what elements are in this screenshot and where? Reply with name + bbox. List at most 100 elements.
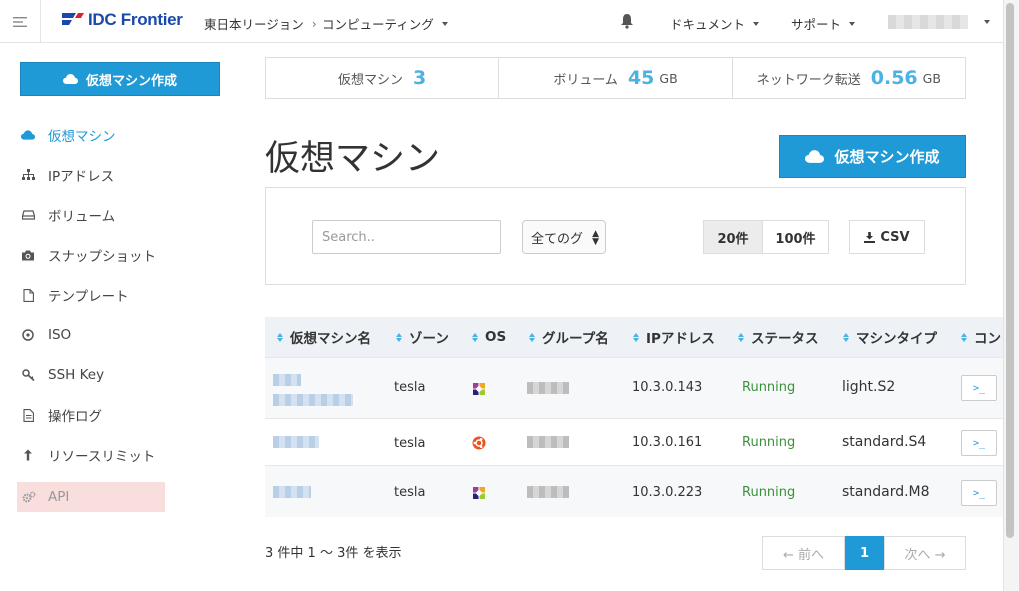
column-header-label: ゾーン [409, 331, 449, 347]
create-vm-button[interactable]: 仮想マシン作成 [779, 135, 966, 178]
logo-text: IDC Frontier [88, 10, 183, 29]
csv-download-button[interactable]: CSV [849, 220, 925, 254]
sidebar-item-api[interactable]: API [17, 482, 165, 512]
column-header-status[interactable]: ステータス [738, 317, 819, 357]
stat-vm-label: 仮想マシン [338, 72, 404, 88]
stat-volume-unit: GB [659, 70, 678, 86]
column-header-machine-type[interactable]: マシンタイプ [843, 317, 937, 357]
logo[interactable]: IDC Frontier [60, 9, 183, 31]
stat-network-value: 0.56 [870, 67, 918, 89]
column-header-label: OS [485, 329, 507, 345]
column-header-name[interactable]: 仮想マシン名 [277, 317, 371, 357]
bell-icon[interactable] [620, 13, 634, 29]
sidebar-item-volume[interactable]: ボリューム [20, 203, 115, 227]
menu-toggle-button[interactable] [0, 0, 41, 43]
page-1-button[interactable]: 1 [845, 536, 884, 570]
section-dropdown[interactable]: コンピューティング [322, 14, 448, 33]
prev-page-button[interactable]: ← 前へ [762, 536, 845, 570]
column-header-os[interactable]: OS [472, 317, 506, 357]
centos-icon [473, 487, 485, 499]
status-cell: Running [742, 485, 796, 500]
cloud-icon [805, 150, 825, 163]
column-header-console[interactable]: コン [961, 317, 1001, 357]
vm-name-link[interactable] [273, 394, 353, 406]
group-name-cell [527, 382, 569, 394]
sort-icon [843, 332, 849, 342]
disc-icon [20, 327, 36, 343]
sidebar-item-resource-limit[interactable]: リソースリミット [20, 443, 155, 467]
stat-volume-label: ボリューム [553, 72, 618, 88]
support-dropdown[interactable]: サポート [791, 14, 856, 33]
vm-name-link[interactable] [273, 486, 311, 498]
sidebar-item-label: テンプレート [48, 289, 129, 305]
column-header-ip[interactable]: IPアドレス [633, 317, 715, 357]
breadcrumb-separator: › [311, 16, 317, 31]
column-header-label: マシンタイプ [856, 331, 937, 347]
sidebar-item-log[interactable]: 操作ログ [20, 403, 102, 427]
sidebar-create-vm-button[interactable]: 仮想マシン作成 [20, 62, 220, 96]
console-button[interactable]: >_ [961, 375, 997, 401]
scrollbar-thumb[interactable] [1006, 3, 1014, 538]
stat-network-label: ネットワーク転送 [756, 72, 861, 88]
column-header-zone[interactable]: ゾーン [396, 317, 449, 357]
region-breadcrumb[interactable]: 東日本リージョン › [204, 14, 325, 33]
drive-icon [20, 207, 36, 223]
sidebar-item-ssh-key[interactable]: SSH Key [20, 363, 104, 387]
sidebar-item-ip[interactable]: IPアドレス [20, 163, 114, 187]
group-select[interactable]: 全てのグ ▲ ▼ [522, 220, 606, 254]
console-button[interactable]: >_ [961, 480, 997, 506]
group-select-value: 全てのグ [531, 231, 584, 247]
page-title: 仮想マシン [265, 139, 441, 179]
download-icon [864, 231, 876, 243]
sidebar-item-label: IPアドレス [48, 169, 115, 185]
sidebar-item-label: ボリューム [48, 209, 116, 225]
chevron-down-icon [441, 21, 448, 26]
group-name-cell [527, 436, 569, 448]
table-row[interactable]: tesla 10.3.0.161 Running standard.S4 >_ [265, 418, 1003, 465]
zone-cell: tesla [394, 380, 426, 395]
create-vm-label: 仮想マシン作成 [834, 148, 940, 166]
next-page-button[interactable]: 次へ → [884, 536, 966, 570]
sidebar-item-iso[interactable]: ISO [20, 323, 71, 347]
terminal-icon: >_ [972, 382, 986, 394]
sidebar-item-template[interactable]: テンプレート [20, 283, 129, 307]
ip-cell: 10.3.0.161 [632, 435, 703, 450]
table-row[interactable]: tesla 10.3.0.223 Running standard.M8 >_ [265, 465, 1003, 517]
column-header-label: IPアドレス [646, 331, 715, 347]
user-menu[interactable] [888, 15, 968, 29]
sort-icon [738, 332, 744, 342]
sort-icon [633, 332, 639, 342]
search-input[interactable] [312, 220, 501, 254]
stat-network: ネットワーク転送 0.56 GB [733, 58, 965, 98]
terminal-icon: >_ [972, 437, 986, 449]
column-header-label: コン [974, 331, 1001, 347]
ip-cell: 10.3.0.223 [632, 485, 703, 500]
page-size-100-button[interactable]: 100件 [762, 220, 829, 254]
machine-type-cell: light.S2 [842, 379, 896, 395]
sidebar-item-label: API [48, 489, 70, 505]
sort-icon [396, 332, 402, 342]
sidebar-item-snapshot[interactable]: スナップショット [20, 243, 156, 267]
zone-cell: tesla [394, 485, 426, 500]
chevron-down-icon[interactable] [984, 20, 990, 24]
vm-name-link[interactable] [273, 374, 301, 386]
chevron-down-icon [753, 21, 760, 26]
column-header-group[interactable]: グループ名 [529, 317, 609, 357]
stat-vm: 仮想マシン 3 [266, 58, 500, 98]
cloud-icon [62, 74, 78, 84]
vm-name-link[interactable] [273, 436, 319, 448]
table-row[interactable]: tesla 10.3.0.143 Running light.S2 >_ [265, 357, 1003, 418]
zone-cell: tesla [394, 436, 426, 451]
stat-vm-count: 3 [413, 67, 427, 89]
console-button[interactable]: >_ [961, 430, 997, 456]
top-bar: IDC Frontier 東日本リージョン › コンピューティング ドキュメント… [0, 0, 1003, 43]
sidebar-item-label: ISO [48, 327, 72, 343]
sidebar-item-vm[interactable]: 仮想マシン [20, 123, 116, 147]
page-size-20-button[interactable]: 20件 [703, 220, 763, 254]
chevron-down-icon [849, 21, 856, 26]
upload-icon [20, 447, 36, 463]
docs-dropdown[interactable]: ドキュメント [670, 14, 760, 33]
machine-type-cell: standard.M8 [842, 484, 930, 500]
sort-icon [472, 332, 478, 342]
group-name-cell [527, 486, 569, 498]
